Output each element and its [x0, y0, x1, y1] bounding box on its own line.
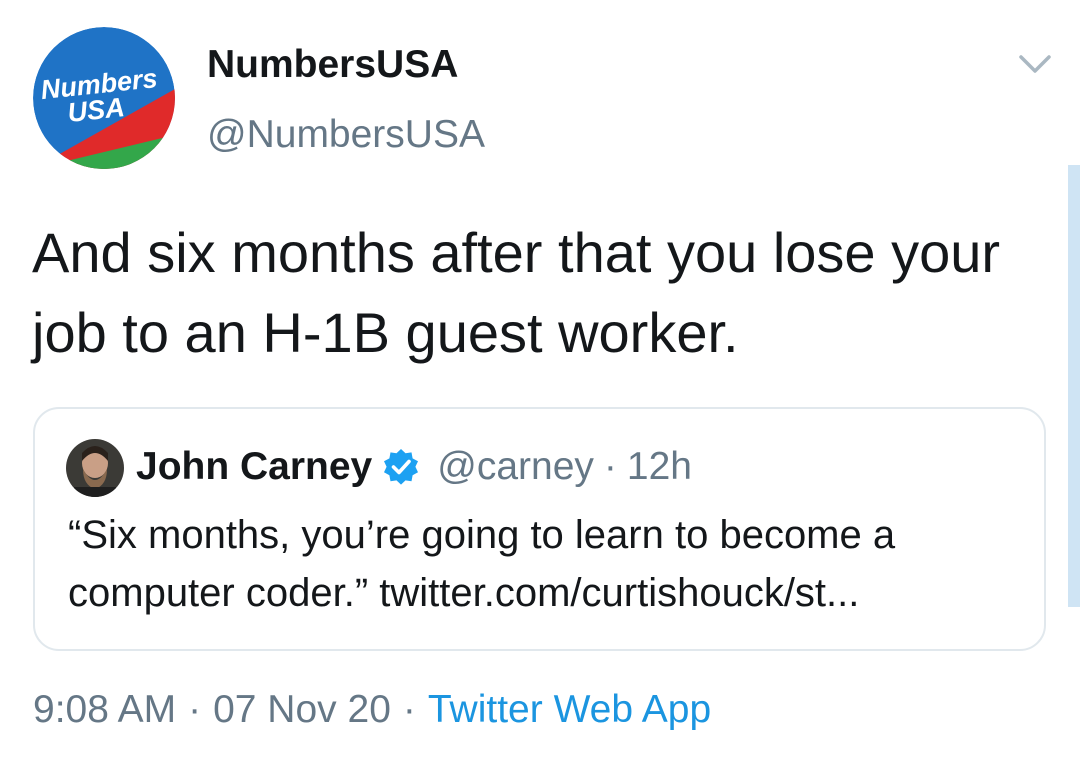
author-handle[interactable]: @NumbersUSA	[207, 111, 485, 159]
tweet-meta: 9:08 AM · 07 Nov 20 · Twitter Web App	[33, 685, 711, 735]
quoted-tweet-text: “Six months, you’re going to learn to be…	[68, 513, 896, 615]
chevron-down-icon[interactable]	[1016, 50, 1054, 78]
quoted-author-name[interactable]: John Carney	[136, 445, 372, 489]
author-display-name[interactable]: NumbersUSA	[207, 41, 458, 89]
tweet-time: 9:08 AM	[33, 688, 177, 731]
scrollbar[interactable]	[1068, 165, 1080, 607]
quoted-author-avatar[interactable]	[66, 439, 124, 497]
verified-badge-icon	[384, 449, 419, 485]
quoted-tweet-time: 12h	[626, 445, 692, 488]
numbersusa-logo: Numbers USA	[33, 27, 175, 169]
separator-dot: ·	[188, 688, 202, 731]
author-avatar[interactable]: Numbers USA	[33, 27, 175, 169]
quoted-tweet-header: John Carney @carney · 12h	[136, 442, 692, 492]
tweet-text: And six months after that you lose your …	[32, 221, 1001, 364]
separator-dot: ·	[402, 688, 416, 731]
avatar-photo	[66, 439, 124, 497]
separator-dot: ·	[603, 445, 617, 488]
logo-text-usa: USA	[66, 92, 126, 128]
tweet-source-link[interactable]: Twitter Web App	[428, 688, 711, 731]
quoted-tweet-card[interactable]: John Carney @carney · 12h “Six months, y…	[33, 407, 1046, 651]
tweet: Numbers USA NumbersUSA @NumbersUSA And s…	[0, 0, 1080, 767]
quoted-author-handle[interactable]: @carney	[437, 445, 594, 489]
tweet-date: 07 Nov 20	[213, 688, 391, 731]
